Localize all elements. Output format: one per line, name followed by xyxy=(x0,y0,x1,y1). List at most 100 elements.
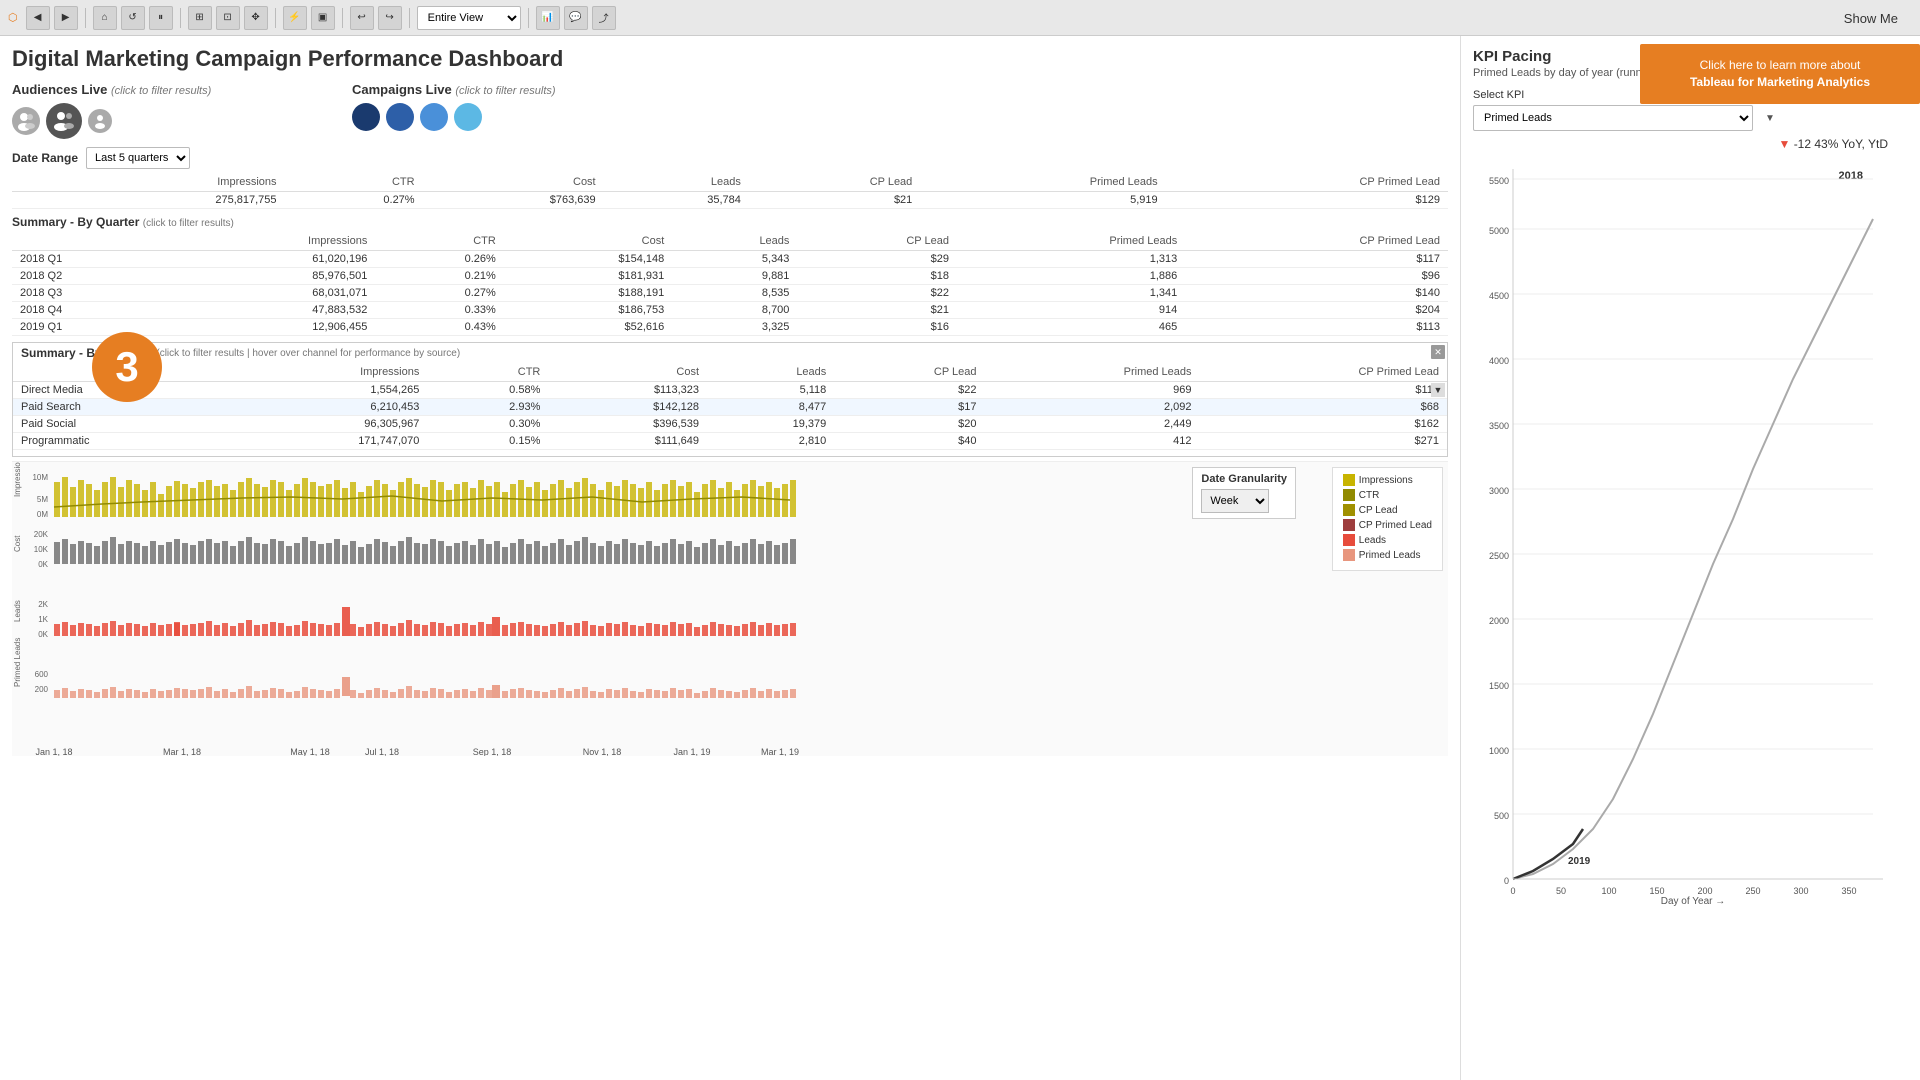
ch-col-primedleads: Primed Leads xyxy=(985,363,1200,382)
kpi-chart-svg: 2018 0 500 1000 1500 2000 2500 3000 3500… xyxy=(1473,159,1893,909)
svg-text:350: 350 xyxy=(1841,886,1856,896)
date-granularity-select[interactable]: Week Day Month Quarter xyxy=(1201,489,1269,513)
svg-text:Sep 1, 18: Sep 1, 18 xyxy=(473,747,512,756)
channel-scroll-down[interactable]: ▼ xyxy=(1431,383,1445,397)
pan-button[interactable]: ✥ xyxy=(244,6,268,30)
pause-button[interactable]: ⏸ xyxy=(149,6,173,30)
svg-text:3000: 3000 xyxy=(1489,486,1509,496)
refresh-button[interactable]: ↺ xyxy=(121,6,145,30)
show-me-button[interactable]: Show Me xyxy=(1830,4,1912,32)
svg-text:100: 100 xyxy=(1601,886,1616,896)
svg-text:Primed Leads: Primed Leads xyxy=(13,638,22,687)
table-row: 2018 Q368,031,0710.27%$188,1918,535$221,… xyxy=(12,285,1448,302)
select-button[interactable]: ⊡ xyxy=(216,6,240,30)
quarter-summary-header: Summary - By Quarter (click to filter re… xyxy=(12,215,1448,229)
overall-row: 275,817,755 0.27% $763,639 35,784 $21 5,… xyxy=(12,192,1448,209)
campaign-dots[interactable] xyxy=(352,103,692,131)
undo-button[interactable]: ↩ xyxy=(350,6,374,30)
svg-text:Jan 1, 18: Jan 1, 18 xyxy=(35,747,72,756)
table-row: 2018 Q447,883,5320.33%$186,7538,700$2191… xyxy=(12,302,1448,319)
legend-leads: Leads xyxy=(1343,534,1432,546)
filter-button[interactable]: ▣ xyxy=(311,6,335,30)
ch-col-ctr: CTR xyxy=(427,363,548,382)
audience-icon-3[interactable] xyxy=(88,109,112,133)
audiences-section: Audiences Live (click to filter results) xyxy=(12,82,332,139)
table-row: 2018 Q161,020,1960.26%$154,1485,343$291,… xyxy=(12,251,1448,268)
channel-summary-subtext: (click to filter results | hover over ch… xyxy=(156,348,460,359)
zoom-button[interactable]: ⊞ xyxy=(188,6,212,30)
svg-text:150: 150 xyxy=(1649,886,1664,896)
show-me-label: Show Me xyxy=(1844,11,1898,26)
main-content: Digital Marketing Campaign Performance D… xyxy=(0,36,1920,1080)
campaign-dot-2[interactable] xyxy=(386,103,414,131)
q-col-blank xyxy=(12,232,170,251)
channel-summary-table: Impressions CTR Cost Leads CP Lead Prime… xyxy=(13,363,1447,450)
view-dropdown[interactable]: Entire View xyxy=(417,6,521,30)
ch-col-impressions: Impressions xyxy=(230,363,428,382)
overall-impressions: 275,817,755 xyxy=(59,192,285,209)
legend-color-leads xyxy=(1343,534,1355,546)
cta-line2: Tableau for Marketing Analytics xyxy=(1690,74,1870,91)
legend-color-primedleads xyxy=(1343,549,1355,561)
svg-text:4000: 4000 xyxy=(1489,356,1509,366)
svg-text:50: 50 xyxy=(1556,886,1566,896)
overall-cplead: $21 xyxy=(749,192,920,209)
kpi-yoy: ▼ -12 43% YoY, YtD xyxy=(1473,137,1888,151)
table-row: Direct Media1,554,2650.58%$113,3235,118$… xyxy=(13,382,1447,399)
campaign-dot-1[interactable] xyxy=(352,103,380,131)
overall-summary-table: Impressions CTR Cost Leads CP Lead Prime… xyxy=(12,173,1448,209)
table-row: Paid Social96,305,9670.30%$396,53919,379… xyxy=(13,416,1447,433)
svg-text:250: 250 xyxy=(1745,886,1760,896)
chart-type-button[interactable]: 📊 xyxy=(536,6,560,30)
audience-icons[interactable] xyxy=(12,103,332,139)
table-row: 2018 Q285,976,5010.21%$181,9319,881$181,… xyxy=(12,268,1448,285)
svg-text:Cost: Cost xyxy=(13,535,22,552)
back-button[interactable]: ◀ xyxy=(26,6,50,30)
highlight-button[interactable]: ⚡ xyxy=(283,6,307,30)
campaign-dot-3[interactable] xyxy=(420,103,448,131)
left-panel: Digital Marketing Campaign Performance D… xyxy=(0,36,1460,1080)
svg-text:Leads: Leads xyxy=(13,600,22,622)
redo-button[interactable]: ↪ xyxy=(378,6,402,30)
svg-text:0K: 0K xyxy=(38,560,48,569)
share-button[interactable]: ⤴ xyxy=(592,6,616,30)
legend-label-leads: Leads xyxy=(1359,535,1386,546)
q-col-impressions: Impressions xyxy=(170,232,375,251)
forward-button[interactable]: ▶ xyxy=(54,6,78,30)
main-chart-svg: 10M 5M 0M Impressions xyxy=(12,462,812,756)
yoy-arrow-icon: ▼ xyxy=(1778,137,1790,151)
home-button[interactable]: ⌂ xyxy=(93,6,117,30)
svg-text:10K: 10K xyxy=(34,545,49,554)
date-range-dropdown[interactable]: Last 5 quarters xyxy=(86,147,190,169)
quarter-summary: Summary - By Quarter (click to filter re… xyxy=(12,215,1448,336)
q-col-cplead: CP Lead xyxy=(797,232,957,251)
campaign-dot-4[interactable] xyxy=(454,103,482,131)
kpi-dropdown[interactable]: Primed Leads Leads CP Lead CP Primed Lea… xyxy=(1473,105,1753,131)
separator-2 xyxy=(180,8,181,28)
campaigns-section: Campaigns Live (click to filter results) xyxy=(352,82,692,131)
tooltip-button[interactable]: 💬 xyxy=(564,6,588,30)
kpi-chart-container: 2018 0 500 1000 1500 2000 2500 3000 3500… xyxy=(1473,159,1908,912)
q-col-cpprimedlead: CP Primed Lead xyxy=(1185,232,1448,251)
leads-bars xyxy=(54,607,796,636)
svg-text:300: 300 xyxy=(1793,886,1808,896)
svg-text:Jul 1, 18: Jul 1, 18 xyxy=(365,747,399,756)
legend-color-ctr xyxy=(1343,489,1355,501)
col-header-primedleads: Primed Leads xyxy=(920,173,1165,192)
overall-primedleads: 5,919 xyxy=(920,192,1165,209)
audience-icon-2[interactable] xyxy=(46,103,82,139)
cta-button[interactable]: Click here to learn more about Tableau f… xyxy=(1640,44,1920,104)
svg-text:4500: 4500 xyxy=(1489,291,1509,301)
svg-text:600: 600 xyxy=(35,670,49,679)
col-header-cplead: CP Lead xyxy=(749,173,920,192)
overall-summary: Date Range Last 5 quarters Impressions C… xyxy=(12,147,1448,209)
channel-close-button[interactable]: ✕ xyxy=(1431,345,1445,359)
legend-primedleads: Primed Leads xyxy=(1343,549,1432,561)
svg-text:5500: 5500 xyxy=(1489,176,1509,186)
svg-text:5M: 5M xyxy=(37,495,48,504)
badge-3: 3 xyxy=(92,332,162,402)
col-header-cpprimedlead: CP Primed Lead xyxy=(1166,173,1448,192)
audience-icon-1[interactable] xyxy=(12,107,40,135)
table-row: Programmatic171,747,0700.15%$111,6492,81… xyxy=(13,433,1447,450)
svg-text:0K: 0K xyxy=(38,630,48,639)
